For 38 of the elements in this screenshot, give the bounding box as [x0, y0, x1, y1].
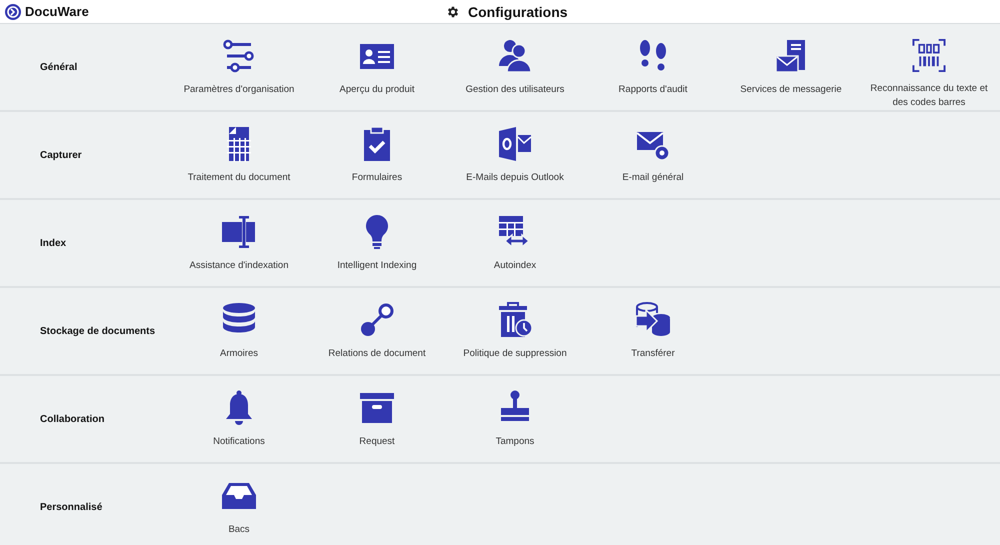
users-icon: [497, 38, 533, 74]
configuration-tile[interactable]: Relations de document: [308, 288, 446, 374]
configuration-tile[interactable]: Notifications: [170, 376, 308, 462]
configuration-tile[interactable]: Assistance d'indexation: [170, 200, 308, 286]
section-title: Général: [40, 60, 78, 74]
archive-box-icon: [359, 390, 395, 426]
configuration-tile[interactable]: Autoindex: [446, 200, 584, 286]
transfer-icon: [635, 302, 671, 338]
configuration-tile[interactable]: Reconnaissance du texte et des codes barres: [860, 24, 998, 110]
configuration-tile[interactable]: Paramètres d'organisation: [170, 24, 308, 110]
linked-nodes-icon: [359, 302, 395, 338]
configuration-tile[interactable]: Politique de suppression: [446, 288, 584, 374]
barcode-scan-icon: [911, 38, 947, 73]
section-title: Index: [40, 236, 66, 250]
configuration-tile[interactable]: E-mail général: [584, 112, 722, 198]
configuration-tile[interactable]: Tampons: [446, 376, 584, 462]
configuration-tile[interactable]: Formulaires: [308, 112, 446, 198]
configuration-tile[interactable]: Bacs: [170, 464, 308, 545]
section-title: Capturer: [40, 148, 82, 162]
page-title: Configurations: [468, 2, 568, 22]
configuration-tile[interactable]: Aperçu du produit: [308, 24, 446, 110]
configuration-tile[interactable]: Armoires: [170, 288, 308, 374]
section-title: Personnalisé: [40, 500, 102, 514]
section-title: Collaboration: [40, 412, 104, 426]
configuration-tile[interactable]: Intelligent Indexing: [308, 200, 446, 286]
configuration-tile[interactable]: Services de messagerie: [722, 24, 860, 110]
configuration-tile[interactable]: Gestion des utilisateurs: [446, 24, 584, 110]
settings-icon: [446, 5, 460, 19]
trash-clock-icon: [497, 302, 533, 338]
configuration-tile[interactable]: E-Mails depuis Outlook: [446, 112, 584, 198]
logo-text: DocuWare: [25, 2, 89, 21]
text-cursor-icon: [221, 214, 257, 250]
configuration-tile[interactable]: Traitement du document: [170, 112, 308, 198]
configuration-tile[interactable]: Request: [308, 376, 446, 462]
section-title: Stockage de documents: [40, 324, 156, 338]
logo-icon: [5, 4, 21, 20]
configuration-tile[interactable]: Transférer: [584, 288, 722, 374]
configuration-tile[interactable]: Rapports d'audit: [584, 24, 722, 110]
